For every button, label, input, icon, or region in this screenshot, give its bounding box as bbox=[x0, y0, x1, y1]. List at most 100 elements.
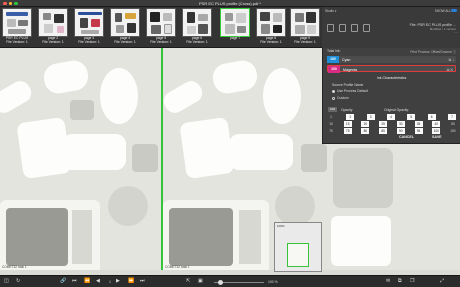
thumbnail-page-2[interactable]: page 2 File Version: 1 bbox=[38, 8, 68, 45]
thumbnail-image bbox=[110, 8, 140, 37]
studio-menu[interactable]: Studio ▾ bbox=[325, 9, 337, 13]
thumbnail-page-5[interactable]: page 5 File Version: 1 bbox=[146, 8, 176, 45]
thumbnail-image bbox=[2, 8, 32, 37]
compare-icon[interactable]: ◫ bbox=[4, 279, 9, 284]
ink-row-icons[interactable]: ⧉ ↓ bbox=[449, 58, 454, 62]
thumbnail-version: File Version: 1 bbox=[6, 39, 28, 44]
thumbnail-version: File Version: 1 bbox=[150, 39, 172, 44]
first-page-icon[interactable]: ⏮ bbox=[72, 279, 77, 284]
use-process-default-radio[interactable]: Use Process Default bbox=[332, 89, 368, 93]
thumbnail-page-1[interactable]: PSR EC PLUS File Version: 1 bbox=[2, 8, 32, 45]
opacity-option[interactable]: 35 bbox=[414, 121, 423, 127]
source-profile-label: Source Profile Name bbox=[332, 83, 364, 87]
thumbnail-label: page 7 bbox=[229, 36, 241, 40]
bottom-toolbar: ◫ ↻ 🔗 ⏮ ⏪ ◀ 1 ▶ ⏩ ⏭ ⇱ ▣ 100 % ✉ ⧉ ❐ ⤢ bbox=[0, 275, 460, 287]
opacity-option[interactable]: 70 bbox=[328, 128, 334, 134]
ink-name: Magenta bbox=[343, 67, 357, 72]
total-ink-label: Total Ink: bbox=[327, 49, 341, 53]
opacity-option[interactable]: 4 bbox=[386, 114, 395, 120]
opacity-option[interactable]: 95 bbox=[414, 128, 423, 134]
opacity-grid-row-1: 1 2 3 4 5 6 7 bbox=[328, 114, 456, 120]
document-icon[interactable] bbox=[327, 24, 334, 32]
grid-icon[interactable] bbox=[351, 24, 358, 32]
opacity-option[interactable]: 90 bbox=[396, 128, 405, 134]
last-page-icon[interactable]: ⏭ bbox=[140, 279, 145, 284]
window-title[interactable]: PSR EC PLUS profile (Cross).pdf * bbox=[0, 1, 460, 6]
refresh-icon[interactable]: ↻ bbox=[16, 279, 20, 284]
opacity-option[interactable]: 75 bbox=[343, 128, 352, 134]
print-process-label[interactable]: Print Process: Offset/Gravure ⓘ bbox=[410, 49, 456, 54]
opacity-option[interactable]: 25 bbox=[379, 121, 388, 127]
zoom-level[interactable]: 100 % bbox=[268, 280, 278, 285]
previous-page-icon[interactable]: ◀ bbox=[96, 279, 100, 284]
radio-label: Custom bbox=[337, 96, 349, 100]
thumbnail-page-4[interactable]: page 4 File Version: 1 bbox=[110, 8, 140, 45]
opacity-option[interactable]: 3 bbox=[366, 114, 375, 120]
cancel-button[interactable]: CANCEL bbox=[399, 135, 414, 139]
ink-name: Cyan bbox=[342, 57, 351, 62]
opacity-option[interactable]: 5 bbox=[407, 114, 416, 120]
rewind-icon[interactable]: ⏪ bbox=[84, 279, 90, 284]
opacity-option[interactable]: 40 bbox=[432, 121, 441, 127]
thumbnail-version: File Version: 1 bbox=[186, 39, 208, 44]
thumbnail-page-3[interactable]: page 3 File Version: 1 bbox=[74, 8, 104, 45]
checklist-icon[interactable] bbox=[363, 24, 370, 32]
left-preview-pane[interactable]: COMET32 total 1 bbox=[0, 48, 161, 270]
opacity-option[interactable]: 1 bbox=[328, 114, 334, 120]
opacity-option[interactable]: 100 bbox=[450, 128, 456, 134]
fullscreen-icon[interactable]: ⤢ bbox=[440, 279, 444, 284]
thumbnail-page-7[interactable]: page 7 bbox=[220, 8, 250, 45]
left-pane-label: COMET32 total 1 bbox=[2, 265, 27, 269]
copy-icon[interactable]: ❐ bbox=[410, 279, 414, 284]
thumbnail-image bbox=[290, 8, 320, 37]
layers-icon[interactable]: ⧉ bbox=[398, 279, 402, 284]
more-options-icon[interactable]: … bbox=[454, 29, 458, 34]
pen-icon[interactable] bbox=[339, 24, 346, 32]
mail-icon[interactable]: ✉ bbox=[386, 279, 390, 284]
navigator-viewport-frame[interactable] bbox=[287, 243, 309, 267]
fast-forward-icon[interactable]: ⏩ bbox=[128, 279, 134, 284]
fit-page-icon[interactable]: ▣ bbox=[198, 279, 203, 284]
thumbnail-page-8[interactable]: page 8 File Version: 1 bbox=[256, 8, 286, 45]
opacity-option[interactable]: 2 bbox=[346, 114, 355, 120]
thumbnail-page-9[interactable]: page 9 File Version: 1 bbox=[290, 8, 320, 45]
zoom-slider-knob[interactable] bbox=[218, 279, 223, 285]
ink-row-cyan[interactable]: 100 Cyan ⧉ ↓ bbox=[327, 56, 456, 63]
custom-radio[interactable]: Custom bbox=[332, 96, 349, 100]
save-button[interactable]: SAVE bbox=[432, 135, 442, 139]
opacity-option[interactable]: 10 bbox=[328, 121, 334, 127]
opacity-value-button[interactable]: 100 bbox=[328, 107, 337, 112]
opacity-option[interactable]: 85 bbox=[379, 128, 388, 134]
opacity-option[interactable]: 30 bbox=[396, 121, 405, 127]
zoom-slider[interactable] bbox=[214, 279, 264, 285]
thumbnail-image bbox=[182, 8, 212, 37]
thumbnail-image bbox=[38, 8, 68, 37]
page-number-input[interactable]: 1 bbox=[109, 280, 111, 285]
opacity-option[interactable]: 50 bbox=[450, 121, 456, 127]
thumbnail-image bbox=[146, 8, 176, 37]
radio-unselected-icon bbox=[332, 96, 335, 100]
opacity-option[interactable]: 6 bbox=[427, 114, 436, 120]
ink-percentage: 100 bbox=[328, 66, 340, 73]
right-top-panel: Studio ▾ SHOW ALL File: PSR EC PLUS prof… bbox=[322, 7, 460, 48]
ink-row-magenta[interactable]: 100 Magenta ⧉ ✕ bbox=[327, 65, 456, 73]
thumbnail-image bbox=[220, 8, 250, 37]
title-bar: PSR EC PLUS profile (Cross).pdf * bbox=[0, 0, 460, 7]
next-page-icon[interactable]: ▶ bbox=[116, 279, 120, 284]
opacity-label: Opacity bbox=[341, 107, 353, 112]
show-all-toggle[interactable] bbox=[451, 8, 457, 12]
crop-icon[interactable]: ⇱ bbox=[186, 279, 190, 284]
original-opacity-label: Original Opacity: bbox=[384, 107, 410, 112]
ink-characteristics-heading: Ink Characteristics bbox=[376, 76, 407, 80]
thumbnail-image bbox=[74, 8, 104, 37]
navigator-minimap[interactable]: 100% bbox=[274, 222, 322, 272]
opacity-option[interactable]: 20 bbox=[361, 121, 370, 127]
opacity-option[interactable]: 15 bbox=[343, 121, 352, 127]
opacity-option[interactable]: 7 bbox=[447, 114, 456, 120]
link-icon[interactable]: 🔗 bbox=[60, 279, 66, 284]
thumbnail-page-6[interactable]: page 6 File Version: 1 bbox=[182, 8, 212, 45]
ink-percentage: 100 bbox=[327, 56, 339, 63]
opacity-option[interactable]: 80 bbox=[361, 128, 370, 134]
opacity-option[interactable]: 100 bbox=[432, 128, 441, 134]
ink-row-icons[interactable]: ⧉ ✕ bbox=[447, 68, 453, 72]
